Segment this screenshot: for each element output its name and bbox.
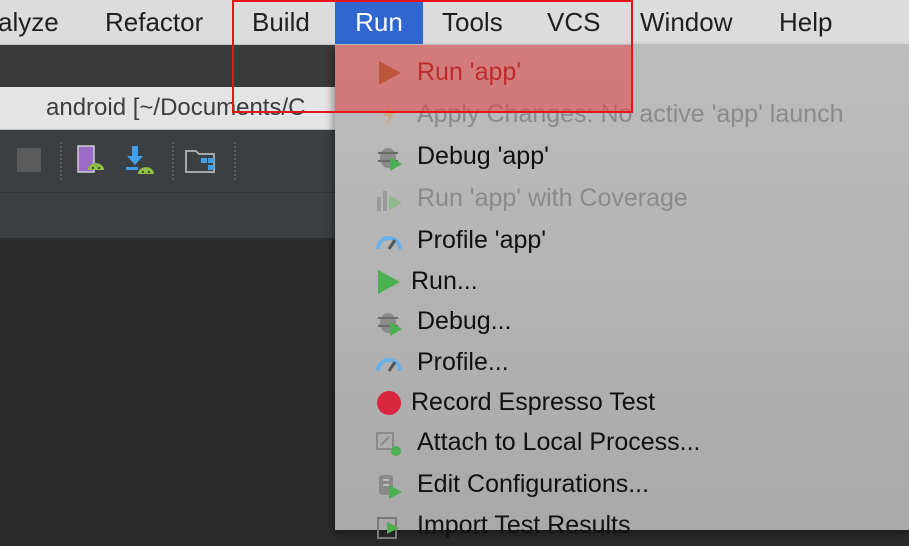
- debug-bug-icon: [375, 308, 403, 336]
- debug-bug-icon: [375, 143, 403, 171]
- menu-item-label: Apply Changes: No active 'app' launch: [417, 100, 844, 128]
- menu-item-label: Attach to Local Process...: [417, 428, 701, 456]
- run-triangle-icon: [375, 268, 403, 296]
- avd-manager-icon[interactable]: [74, 144, 106, 178]
- menu-item-profile[interactable]: Profile...: [335, 342, 909, 383]
- coverage-icon: [375, 185, 403, 213]
- menu-item-run[interactable]: Run...: [335, 261, 909, 302]
- menu-refactor[interactable]: Refactor: [105, 0, 203, 44]
- sdk-manager-icon[interactable]: [124, 144, 156, 178]
- menu-item-label: Run...: [411, 267, 478, 295]
- menu-item-label: Run 'app' with Coverage: [417, 184, 688, 212]
- toolbar-separator: [60, 142, 62, 180]
- profile-gauge-icon: [375, 349, 403, 377]
- menu-item-profile-app[interactable]: Profile 'app': [335, 220, 909, 261]
- menu-item-run-app[interactable]: Run 'app': [335, 52, 909, 93]
- ide-navigation-bar: [0, 192, 340, 239]
- toolbar-separator: [234, 142, 236, 180]
- menu-item-import-test-results[interactable]: Import Test Results: [335, 505, 909, 546]
- attach-process-icon: [375, 429, 403, 457]
- menu-bar: alyze Refactor Build Run Tools VCS Windo…: [0, 0, 909, 45]
- menu-item-label: Run 'app': [417, 58, 522, 86]
- menu-item-label: Profile...: [417, 348, 509, 376]
- menu-item-label: Debug 'app': [417, 142, 549, 170]
- run-triangle-icon: [375, 59, 403, 87]
- profile-gauge-icon: [375, 227, 403, 255]
- menu-item-edit-configurations[interactable]: Edit Configurations...: [335, 464, 909, 505]
- menu-item-label: Debug...: [417, 307, 512, 335]
- menu-item-debug-app[interactable]: Debug 'app': [335, 136, 909, 177]
- menu-run[interactable]: Run: [335, 0, 423, 44]
- ide-tab-strip: [0, 45, 340, 87]
- menu-build[interactable]: Build: [252, 0, 310, 44]
- ide-title-bar: android [~/Documents/C: [0, 87, 340, 130]
- window-title: android [~/Documents/C: [46, 94, 306, 121]
- menu-item-run-with-coverage: Run 'app' with Coverage: [335, 178, 909, 219]
- editor-area: [0, 238, 340, 530]
- menu-analyze[interactable]: alyze: [0, 0, 59, 44]
- project-structure-icon[interactable]: [184, 146, 218, 176]
- menu-item-record-espresso-test[interactable]: Record Espresso Test: [335, 382, 909, 423]
- menu-item-attach-to-local-process[interactable]: Attach to Local Process...: [335, 422, 909, 463]
- menu-tools[interactable]: Tools: [442, 0, 503, 44]
- edit-configurations-icon: [375, 471, 403, 499]
- ide-toolbar: [0, 130, 340, 192]
- stop-icon[interactable]: [17, 148, 41, 172]
- menu-window[interactable]: Window: [640, 0, 732, 44]
- menu-item-label: Edit Configurations...: [417, 470, 650, 498]
- menu-item-label: Import Test Results: [417, 511, 631, 539]
- menu-item-apply-changes: Apply Changes: No active 'app' launch: [335, 94, 909, 135]
- run-menu-dropdown: Run 'app' Apply Changes: No active 'app'…: [335, 45, 909, 539]
- menu-vcs[interactable]: VCS: [547, 0, 600, 44]
- toolbar-separator: [172, 142, 174, 180]
- menu-item-label: Record Espresso Test: [411, 388, 656, 416]
- menu-item-label: Profile 'app': [417, 226, 547, 254]
- import-test-results-icon: [375, 512, 403, 540]
- record-icon: [375, 389, 403, 417]
- menu-item-debug[interactable]: Debug...: [335, 301, 909, 342]
- menu-help[interactable]: Help: [779, 0, 832, 44]
- apply-changes-icon: [375, 101, 403, 129]
